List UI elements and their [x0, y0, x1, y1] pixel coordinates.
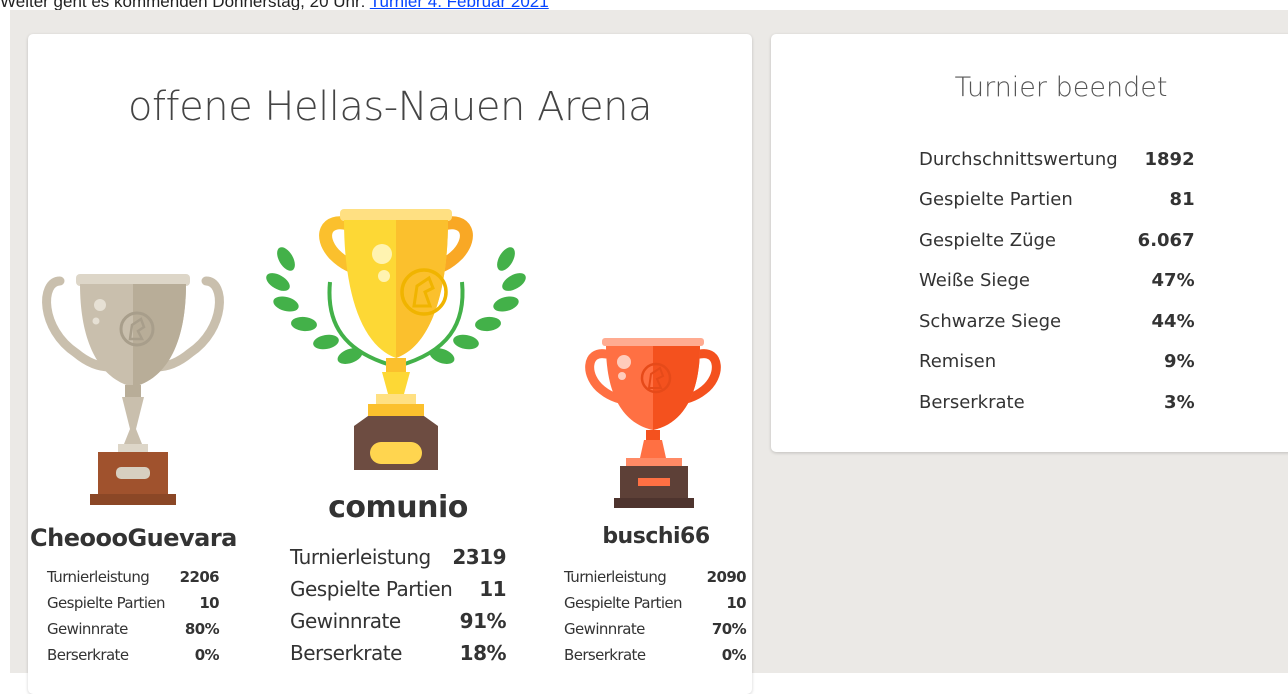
stat-label: Gespielte Züge	[919, 229, 1056, 251]
stat-label: Gespielte Partien	[47, 594, 166, 612]
second-place-stats: Turnierleistung 2206 Gespielte Partien 10 …	[47, 564, 220, 668]
stat-row: Durchschnittswertung 1892	[919, 139, 1195, 180]
stat-row: Turnierleistung 2090	[564, 564, 747, 590]
stat-row: Schwarze Siege 44%	[919, 301, 1195, 342]
stat-row: Turnierleistung 2319	[290, 541, 507, 573]
stat-value: 2090	[706, 568, 747, 586]
stat-value: 3%	[1164, 391, 1195, 413]
stat-row: Gewinnrate 80%	[47, 616, 220, 642]
bronze-trophy-icon	[585, 338, 721, 508]
gold-trophy-icon	[266, 209, 526, 470]
stat-value: 80%	[184, 620, 220, 638]
stat-label: Gewinnrate	[47, 620, 128, 638]
stat-label: Gespielte Partien	[919, 189, 1073, 211]
stat-value: 0%	[721, 646, 747, 664]
stat-row: Gespielte Partien 11	[290, 573, 507, 605]
stat-label: Gespielte Partien	[564, 594, 683, 612]
stat-row: Turnierleistung 2206	[47, 564, 220, 590]
stat-value: 1892	[1144, 148, 1195, 170]
tournament-stats-card: Turnier beendet Durchschnittswertung 1892…	[771, 34, 1288, 452]
next-tournament-link[interactable]: Turnier 4. Februar 2021	[370, 0, 549, 10]
stat-value: 2206	[179, 568, 220, 586]
first-place-name[interactable]: comunio	[260, 490, 536, 525]
stat-label: Turnierleistung	[290, 545, 431, 569]
stat-value: 18%	[459, 641, 507, 665]
announcement-text: Weiter geht es kommenden Donnerstag, 20 …	[0, 0, 370, 10]
stat-label: Berserkrate	[47, 646, 129, 664]
stat-value: 81	[1169, 189, 1195, 211]
second-place-name[interactable]: CheoooGuevara	[30, 524, 237, 552]
stat-row: Gewinnrate 70%	[564, 616, 747, 642]
stat-row: Remisen 9%	[919, 342, 1195, 383]
stat-value: 70%	[711, 620, 747, 638]
stat-row: Berserkrate 3%	[919, 382, 1195, 423]
first-place-stats: Turnierleistung 2319 Gespielte Partien 11 …	[290, 541, 507, 669]
stat-row: Gewinnrate 91%	[290, 605, 507, 637]
stat-row: Gespielte Züge 6.067	[919, 220, 1195, 261]
stat-value: 2319	[452, 545, 507, 569]
stat-label: Turnierleistung	[47, 568, 150, 586]
stat-row: Berserkrate 0%	[47, 642, 220, 668]
stat-value: 11	[479, 577, 507, 601]
stat-value: 9%	[1164, 351, 1195, 373]
third-place-stats: Turnierleistung 2090 Gespielte Partien 10 …	[564, 564, 747, 668]
stat-row: Gespielte Partien 10	[564, 590, 747, 616]
podium-card: offene Hellas-Nauen Arena CheoooGuevara …	[28, 34, 752, 694]
stat-row: Gespielte Partien 81	[919, 180, 1195, 221]
stat-row: Weiße Siege 47%	[919, 261, 1195, 302]
stat-label: Durchschnittswertung	[919, 148, 1118, 170]
stat-value: 44%	[1151, 310, 1195, 332]
stat-value: 6.067	[1137, 229, 1195, 251]
stat-label: Berserkrate	[919, 391, 1025, 413]
stat-label: Schwarze Siege	[919, 310, 1062, 332]
stat-value: 10	[199, 594, 219, 612]
stat-label: Weiße Siege	[919, 270, 1030, 292]
third-place-name[interactable]: buschi66	[556, 524, 756, 549]
stat-label: Berserkrate	[290, 641, 402, 665]
stat-label: Gewinnrate	[290, 609, 401, 633]
stat-label: Turnierleistung	[564, 568, 667, 586]
announcement-line: Weiter geht es kommenden Donnerstag, 20 …	[0, 0, 1288, 10]
stat-value: 47%	[1151, 270, 1195, 292]
tournament-title: offene Hellas-Nauen Arena	[128, 84, 652, 130]
stat-row: Berserkrate 18%	[290, 637, 507, 669]
stat-value: 10	[726, 594, 746, 612]
stat-label: Remisen	[919, 351, 997, 373]
tournament-stats-table: Durchschnittswertung 1892 Gespielte Parti…	[919, 139, 1195, 423]
stat-label: Gewinnrate	[564, 620, 645, 638]
stat-row: Gespielte Partien 10	[47, 590, 220, 616]
stat-row: Berserkrate 0%	[564, 642, 747, 668]
tournament-status-title: Turnier beendet	[954, 72, 1168, 103]
silver-trophy-icon	[42, 274, 224, 505]
stat-value: 91%	[459, 609, 507, 633]
stat-label: Berserkrate	[564, 646, 646, 664]
stat-value: 0%	[194, 646, 220, 664]
stat-label: Gespielte Partien	[290, 577, 453, 601]
